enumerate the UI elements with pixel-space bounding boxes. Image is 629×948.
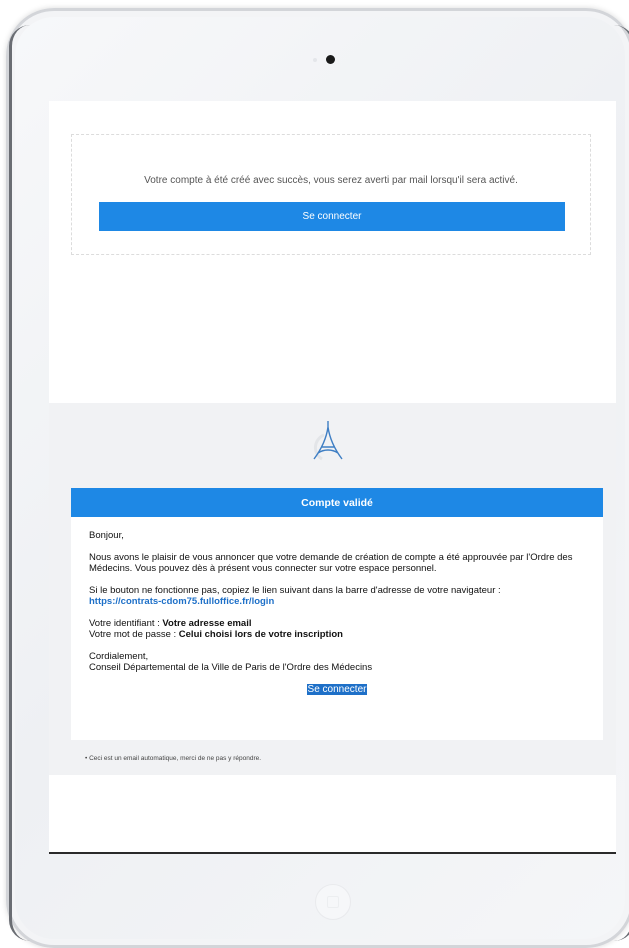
home-button[interactable]: [315, 884, 351, 920]
sensor-dot: [313, 58, 317, 62]
confirmation-box: Votre compte à été créé avec succès, vou…: [71, 134, 591, 255]
email-header: Compte validé: [71, 488, 603, 517]
email-connect-button[interactable]: Se connecter: [306, 684, 368, 695]
confirmation-message: Votre compte à été créé avec succès, vou…: [144, 175, 518, 186]
email-card: Compte validé Bonjour, Nous avons le pla…: [71, 488, 603, 740]
email-paragraph-1: Nous avons le plaisir de vous annoncer q…: [89, 552, 573, 574]
connect-button[interactable]: Se connecter: [99, 202, 565, 231]
email-button-wrap: Se connecter: [89, 684, 603, 695]
screen: Votre compte à été créé avec succès, vou…: [49, 101, 616, 854]
email-greeting: Bonjour,: [89, 530, 124, 541]
login-link[interactable]: https://contrats-cdom75.fulloffice.fr/lo…: [89, 596, 274, 607]
tablet-edge-left: [9, 25, 30, 941]
identifier-label: Votre identifiant :: [89, 618, 160, 629]
closing: Cordialement, Conseil Départemental de l…: [89, 651, 603, 673]
identifier-value: Votre adresse email: [162, 618, 252, 629]
camera-icon: [326, 55, 335, 64]
tablet-edge-right: [614, 25, 629, 941]
email-footnote: • Ceci est un email automatique, merci d…: [85, 755, 262, 762]
link-instructions: Si le bouton ne fonctionne pas, copiez l…: [89, 585, 501, 596]
credentials: Votre identifiant : Votre adresse email …: [89, 618, 603, 640]
email-body: Bonjour, Nous avons le plaisir de vous a…: [71, 517, 603, 695]
password-label: Votre mot de passe :: [89, 629, 177, 640]
password-value: Celui choisi lors de votre inscription: [178, 629, 343, 640]
email-preview: Compte validé Bonjour, Nous avons le pla…: [49, 403, 616, 775]
email-paragraph-2: Si le bouton ne fonctionne pas, copiez l…: [89, 585, 603, 607]
signature: Conseil Départemental de la Ville de Par…: [89, 662, 373, 673]
closing-text: Cordialement,: [89, 651, 149, 662]
eiffel-tower-logo-icon: [313, 421, 343, 461]
